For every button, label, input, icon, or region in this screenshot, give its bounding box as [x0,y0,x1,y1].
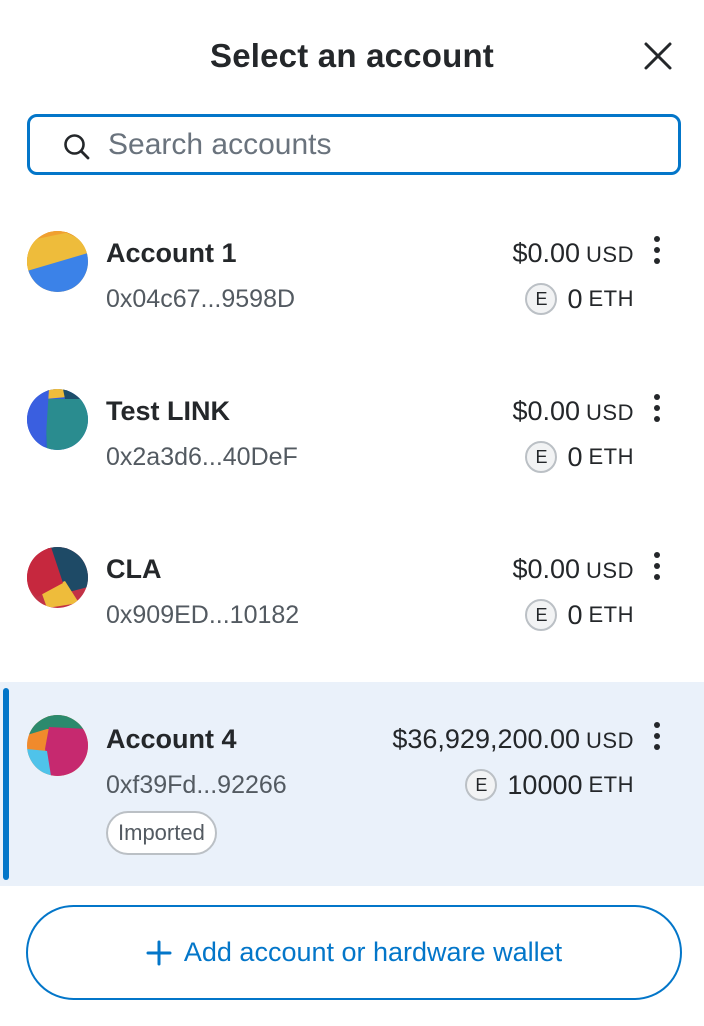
native-unit: ETH [588,444,634,469]
account-options-button[interactable] [644,720,670,754]
account-address: 0x04c67...9598D [106,285,296,313]
fiat-unit: USD [586,400,634,425]
kebab-menu-icon [654,394,660,422]
native-value: 0 [567,442,583,472]
native-balance: E 10000 ETH [465,768,634,802]
kebab-menu-icon [654,722,660,750]
account-options-button[interactable] [644,392,670,426]
fiat-balance: $0.00 USD [512,394,634,430]
fiat-value: $36,929,200.00 [392,724,581,754]
account-avatar [27,231,88,292]
eth-token-icon: E [465,769,498,801]
fiat-unit: USD [586,242,634,267]
fiat-unit: USD [586,728,634,753]
native-unit: ETH [588,602,634,627]
account-avatar [27,715,88,776]
fiat-balance: $0.00 USD [512,552,634,588]
account-avatar [27,547,88,608]
account-item-cla[interactable]: CLA 0x909ED...10182 $0.00 USD E 0 ETH [0,522,704,680]
account-address: 0x2a3d6...40DeF [106,443,298,471]
native-value: 0 [567,284,583,314]
account-item-test-link[interactable]: Test LINK 0x2a3d6...40DeF $0.00 USD E 0 ET… [0,364,704,522]
search-icon [64,134,90,160]
add-account-label: Add account or hardware wallet [183,937,563,967]
account-address: 0xf39Fd...92266 [106,771,287,799]
native-value: 0 [567,600,583,630]
kebab-menu-icon [654,236,660,264]
native-balance: E 0 ETH [525,598,634,632]
modal-header: Select an account [0,0,704,112]
account-item-account-4[interactable]: Account 4 0xf39Fd...92266 $36,929,200.00… [0,682,704,886]
account-options-button[interactable] [644,234,670,268]
kebab-menu-icon [654,552,660,580]
native-value: 10000 [507,770,583,800]
account-name: Account 4 [106,724,237,754]
eth-token-icon: E [525,441,558,473]
eth-token-icon: E [525,283,558,315]
eth-token-icon: E [525,599,558,631]
account-item-account-1[interactable]: Account 1 0x04c67...9598D $0.00 USD E 0 ET… [0,206,704,364]
account-address: 0x909ED...10182 [106,601,300,629]
close-icon [644,42,672,70]
plus-icon [146,940,172,965]
account-options-button[interactable] [644,550,670,584]
search-input[interactable] [108,117,668,172]
account-selector-modal: Select an account Account 1 0x04c67 [0,0,704,1026]
imported-tag: Imported [106,811,217,855]
native-unit: ETH [588,772,634,797]
modal-title: Select an account [210,37,494,74]
fiat-balance: $36,929,200.00 USD [392,722,634,758]
close-button[interactable] [640,38,676,74]
account-avatar [27,389,88,450]
fiat-value: $0.00 [512,396,581,426]
fiat-value: $0.00 [512,238,581,268]
native-balance: E 0 ETH [525,282,634,316]
fiat-balance: $0.00 USD [512,236,634,272]
account-name: Account 1 [106,238,237,268]
add-account-button[interactable]: Add account or hardware wallet [26,905,682,1000]
search-box[interactable] [27,114,681,175]
fiat-unit: USD [586,558,634,583]
native-unit: ETH [588,286,634,311]
account-name: CLA [106,554,162,584]
native-balance: E 0 ETH [525,440,634,474]
account-name: Test LINK [106,396,231,426]
fiat-value: $0.00 [512,554,581,584]
selected-indicator [3,688,9,880]
